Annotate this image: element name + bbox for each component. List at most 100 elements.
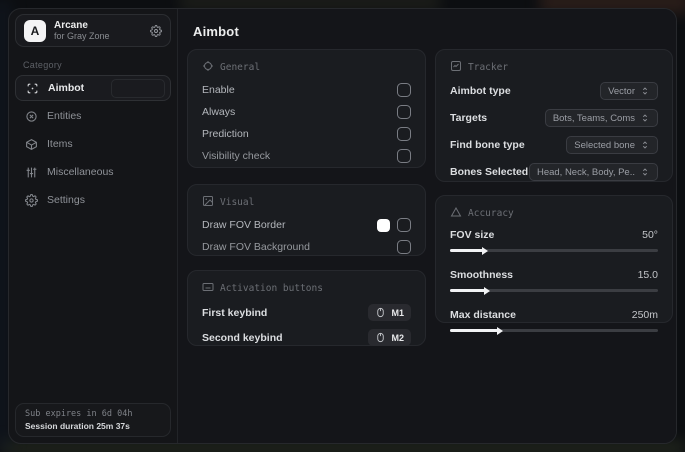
always-checkbox[interactable] bbox=[397, 105, 411, 119]
slider-value: 15.0 bbox=[637, 269, 658, 281]
draw-fov-background-checkbox[interactable] bbox=[397, 240, 411, 254]
slider-fill bbox=[450, 289, 486, 292]
category-label: Category bbox=[23, 60, 62, 70]
enable-checkbox[interactable] bbox=[397, 83, 411, 97]
sidebar-item-aimbot[interactable]: Aimbot bbox=[15, 75, 171, 101]
crosshair-icon bbox=[202, 60, 214, 75]
main-content: Aimbot General Enable Always Prediction … bbox=[178, 9, 676, 443]
image-icon bbox=[202, 195, 214, 210]
tracker-card: Tracker Aimbot type Vector Targets Bots,… bbox=[435, 49, 673, 182]
chevrons-up-down-icon bbox=[642, 168, 648, 176]
slider-fill bbox=[450, 249, 484, 252]
setting-row-targets: Targets Bots, Teams, Coms bbox=[450, 106, 658, 130]
mouse-icon bbox=[377, 307, 385, 318]
sidebar-item-label: Entities bbox=[47, 110, 82, 122]
smoothness-slider[interactable] bbox=[450, 289, 658, 292]
setting-row-aimbot-type: Aimbot type Vector bbox=[450, 79, 658, 103]
card-title: Activation buttons bbox=[220, 283, 323, 294]
setting-row-smoothness: Smoothness 15.0 bbox=[450, 265, 658, 299]
sidebar-item-label: Items bbox=[47, 138, 73, 150]
chevrons-up-down-icon bbox=[642, 114, 648, 122]
subscription-info-card: Sub expires in 6d 04h Session duration 2… bbox=[15, 403, 171, 437]
draw-fov-border-checkbox[interactable] bbox=[397, 218, 411, 232]
slider-fill bbox=[450, 329, 498, 332]
sidebar-item-entities[interactable]: Entities bbox=[15, 103, 171, 129]
sidebar-item-items[interactable]: Items bbox=[15, 131, 171, 157]
setting-label: Draw FOV Background bbox=[202, 241, 310, 253]
app-subtitle: for Gray Zone bbox=[54, 31, 110, 42]
sliders-icon bbox=[25, 166, 38, 179]
sidebar-nav: Aimbot Entities Items Miscellaneous Sett… bbox=[9, 74, 177, 214]
triangle-icon bbox=[450, 206, 462, 221]
setting-row-fov-size: FOV size 50° bbox=[450, 225, 658, 259]
bones-selected-select[interactable]: Head, Neck, Body, Pe.. bbox=[528, 163, 658, 181]
setting-label: Draw FOV Border bbox=[202, 219, 286, 231]
setting-label: Bones Selected bbox=[450, 166, 529, 178]
second-keybind-button[interactable]: M2 bbox=[368, 329, 411, 346]
visual-card: Visual Draw FOV Border Draw FOV Backgrou… bbox=[187, 184, 426, 256]
slider-value: 250m bbox=[631, 309, 658, 321]
entities-icon bbox=[25, 110, 38, 123]
page-title: Aimbot bbox=[193, 24, 239, 39]
setting-label: Enable bbox=[202, 84, 235, 96]
prediction-checkbox[interactable] bbox=[397, 127, 411, 141]
slider-value: 50° bbox=[642, 229, 658, 241]
general-card: General Enable Always Prediction Visibil… bbox=[187, 49, 426, 168]
select-value: Head, Neck, Body, Pe.. bbox=[536, 166, 635, 178]
keybind-value: M1 bbox=[391, 307, 404, 318]
card-title: Visual bbox=[220, 197, 255, 208]
find-bone-type-select[interactable]: Selected bone bbox=[566, 136, 658, 154]
gear-icon bbox=[25, 193, 38, 207]
setting-row-draw-fov-background: Draw FOV Background bbox=[202, 236, 411, 258]
visibility-check-checkbox[interactable] bbox=[397, 149, 411, 163]
setting-row-first-keybind: First keybind M1 bbox=[202, 300, 411, 325]
setting-label: Smoothness bbox=[450, 269, 514, 281]
setting-row-draw-fov-border: Draw FOV Border bbox=[202, 214, 411, 236]
select-value: Vector bbox=[608, 85, 635, 97]
setting-row-enable: Enable bbox=[202, 79, 411, 101]
setting-row-prediction: Prediction bbox=[202, 123, 411, 145]
setting-label: Targets bbox=[450, 112, 488, 124]
sidebar-item-settings[interactable]: Settings bbox=[15, 187, 171, 213]
crosshair-scan-icon bbox=[26, 82, 39, 95]
fov-size-slider[interactable] bbox=[450, 249, 658, 252]
activation-buttons-card: Activation buttons First keybind M1 Seco… bbox=[187, 270, 426, 346]
chevrons-up-down-icon bbox=[642, 141, 648, 149]
app-logo: A bbox=[24, 19, 46, 42]
app-name: Arcane bbox=[54, 19, 88, 31]
gear-icon[interactable] bbox=[150, 24, 162, 37]
setting-label: Find bone type bbox=[450, 139, 525, 151]
sidebar: A Arcane for Gray Zone Category Aimbot E… bbox=[9, 9, 178, 443]
max-distance-slider[interactable] bbox=[450, 329, 658, 332]
targets-select[interactable]: Bots, Teams, Coms bbox=[544, 109, 658, 127]
setting-label: Always bbox=[202, 106, 236, 118]
aimbot-type-select[interactable]: Vector bbox=[600, 82, 658, 100]
sidebar-item-label: Aimbot bbox=[48, 82, 85, 94]
sidebar-item-miscellaneous[interactable]: Miscellaneous bbox=[15, 159, 171, 185]
setting-row-bones-selected: Bones Selected Head, Neck, Body, Pe.. bbox=[450, 160, 658, 184]
setting-row-max-distance: Max distance 250m bbox=[450, 305, 658, 339]
sidebar-item-label: Miscellaneous bbox=[47, 166, 114, 178]
brand-card: A Arcane for Gray Zone bbox=[15, 14, 171, 47]
setting-row-second-keybind: Second keybind M2 bbox=[202, 325, 411, 350]
card-title: Accuracy bbox=[468, 208, 514, 219]
session-duration-text: Session duration 25m 37s bbox=[25, 421, 130, 431]
setting-label: Max distance bbox=[450, 309, 516, 321]
accuracy-card: Accuracy FOV size 50° Smoothness 15.0 Ma… bbox=[435, 195, 673, 332]
setting-label: First keybind bbox=[202, 306, 268, 319]
setting-row-always: Always bbox=[202, 101, 411, 123]
sidebar-item-label: Settings bbox=[47, 194, 85, 206]
setting-label: Prediction bbox=[202, 128, 249, 140]
keyboard-icon bbox=[202, 281, 214, 296]
setting-label: Aimbot type bbox=[450, 85, 511, 97]
setting-row-visibility-check: Visibility check bbox=[202, 145, 411, 167]
select-value: Bots, Teams, Coms bbox=[552, 112, 635, 124]
cheat-menu-window: A Arcane for Gray Zone Category Aimbot E… bbox=[8, 8, 677, 444]
sub-expires-text: Sub expires in 6d 04h bbox=[25, 409, 133, 419]
first-keybind-button[interactable]: M1 bbox=[368, 304, 411, 321]
fov-border-color-swatch[interactable] bbox=[377, 218, 390, 232]
chevrons-up-down-icon bbox=[642, 87, 648, 95]
card-title: Tracker bbox=[468, 62, 509, 73]
card-title: General bbox=[220, 62, 261, 73]
setting-row-find-bone-type: Find bone type Selected bone bbox=[450, 133, 658, 157]
